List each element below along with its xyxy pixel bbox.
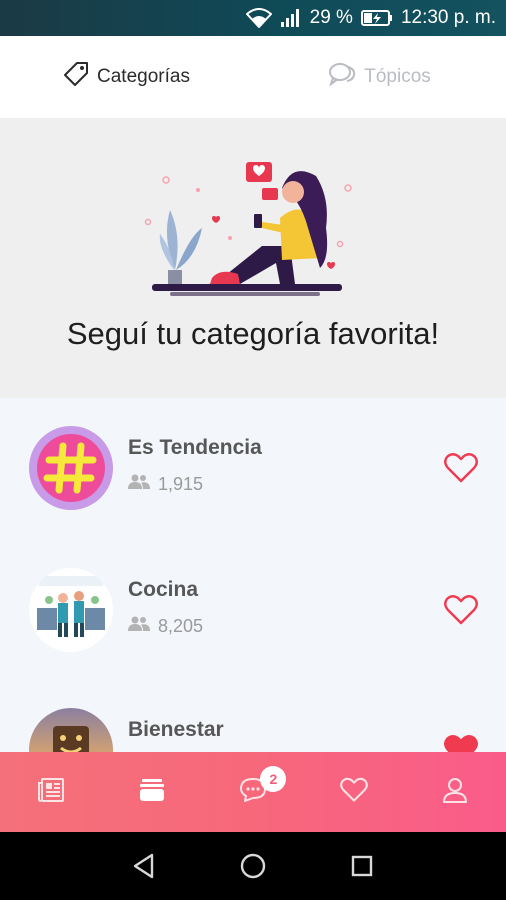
nav-favorites[interactable] <box>304 752 405 832</box>
signal-icon <box>280 8 302 28</box>
category-name: Es Tendencia <box>128 436 262 459</box>
chat-bubbles-icon <box>328 61 356 93</box>
people-icon <box>128 616 150 637</box>
home-icon[interactable] <box>233 846 273 886</box>
category-name: Cocina <box>128 578 199 601</box>
followers-count: 1,915 <box>128 474 203 495</box>
followers-value: 1,915 <box>158 474 204 494</box>
newspaper-icon <box>37 777 65 808</box>
status-bar: 29 % 12:30 p. m. <box>0 0 506 36</box>
category-list: Es Tendencia 1,915 Cocina 8,205 Bienesta… <box>0 398 506 752</box>
woman-with-phone-illustration <box>144 162 352 296</box>
heart-icon <box>340 777 369 808</box>
profile-icon <box>441 776 469 809</box>
hashtag-image <box>29 426 113 510</box>
followers-value: 8,205 <box>158 616 204 636</box>
list-item[interactable]: Es Tendencia 1,915 <box>0 426 506 526</box>
wellness-image <box>29 708 113 752</box>
favorite-heart-icon[interactable] <box>444 594 478 626</box>
nav-chat[interactable]: 2 <box>202 752 303 832</box>
list-item[interactable]: Cocina 8,205 <box>0 568 506 668</box>
tab-categorias[interactable]: Categorías <box>0 36 253 118</box>
battery-percent: 29 % <box>309 7 353 28</box>
tab-label: Categorías <box>97 66 190 87</box>
nav-profile[interactable] <box>405 752 506 832</box>
bottom-navigation: 2 <box>0 752 506 832</box>
category-name: Bienestar <box>128 718 224 741</box>
followers-count: 8,205 <box>128 616 203 637</box>
categories-icon <box>138 777 166 808</box>
tab-label: Tópicos <box>364 66 431 87</box>
chat-badge: 2 <box>260 766 287 792</box>
hero-title: Seguí tu categoría favorita! <box>66 316 440 351</box>
tag-icon <box>63 61 89 93</box>
nav-categories[interactable] <box>101 752 202 832</box>
tab-bar: Categorías Tópicos <box>0 36 506 118</box>
battery-charging-icon <box>360 9 393 27</box>
favorite-heart-filled-icon[interactable] <box>444 734 478 752</box>
system-navigation-bar <box>0 832 506 900</box>
wifi-icon <box>245 8 272 28</box>
recents-icon[interactable] <box>342 846 382 886</box>
favorite-heart-icon[interactable] <box>444 452 478 484</box>
back-icon[interactable] <box>124 846 164 886</box>
list-item[interactable]: Bienestar <box>0 708 506 752</box>
kitchen-chefs-image <box>29 568 113 652</box>
people-icon <box>128 474 150 495</box>
clock: 12:30 p. m. <box>400 7 496 28</box>
nav-news[interactable] <box>0 752 101 832</box>
hero-banner: Seguí tu categoría favorita! <box>0 118 506 398</box>
tab-topicos[interactable]: Tópicos <box>253 36 506 118</box>
